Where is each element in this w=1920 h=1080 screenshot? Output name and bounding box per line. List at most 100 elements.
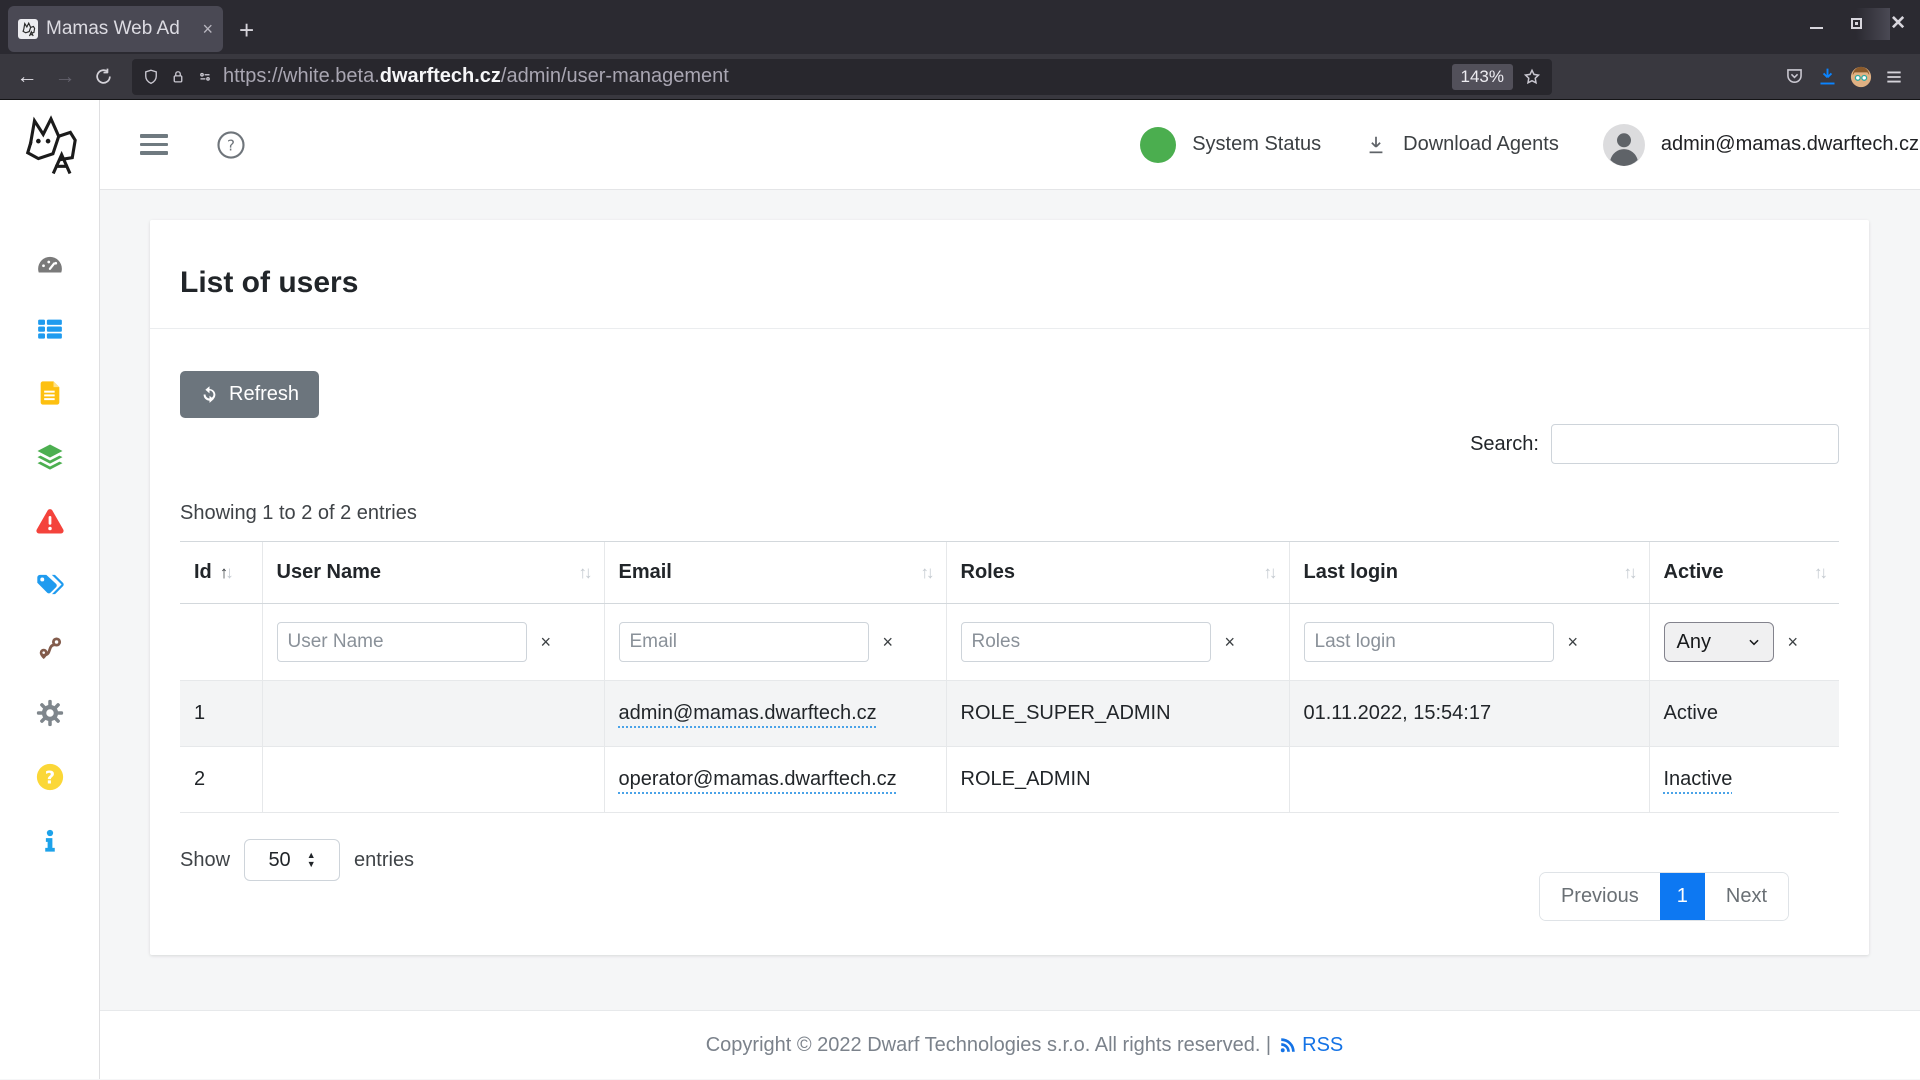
- url-bar[interactable]: https://white.beta.dwarftech.cz/admin/us…: [132, 59, 1552, 95]
- main-content: List of users Refresh Search: Showing 1 …: [100, 190, 1920, 1010]
- sidebar-item-settings[interactable]: [35, 698, 65, 728]
- sort-icon: ↑↓: [1814, 563, 1825, 583]
- column-header-id[interactable]: Id↑↓: [180, 542, 262, 604]
- sidebar-item-help[interactable]: ?: [35, 762, 65, 792]
- system-status-label: System Status: [1192, 133, 1321, 156]
- sort-icon: ↑↓: [1264, 563, 1275, 583]
- column-header-last-login[interactable]: Last login↑↓: [1289, 542, 1649, 604]
- entries-label: entries: [354, 849, 414, 872]
- copyright-text: Copyright © 2022 Dwarf Technologies s.r.…: [706, 1034, 1271, 1057]
- active-status: Active: [1664, 702, 1718, 724]
- sidebar-item-layers[interactable]: [35, 442, 65, 472]
- browser-tab[interactable]: Mamas Web Ad ×: [8, 6, 223, 52]
- status-dot-icon: [1140, 127, 1176, 163]
- lock-icon[interactable]: [169, 68, 187, 86]
- menu-hamburger-icon[interactable]: [1884, 67, 1904, 87]
- user-email-link[interactable]: operator@mamas.dwarftech.cz: [619, 768, 897, 790]
- tracking-shield-icon[interactable]: [142, 68, 160, 86]
- download-icon: [1365, 134, 1387, 156]
- filter-roles-input[interactable]: [961, 622, 1211, 662]
- table-icon: [35, 314, 65, 344]
- sidebar-item-tables[interactable]: [35, 314, 65, 344]
- svg-text:?: ?: [227, 136, 235, 154]
- forward-button-icon[interactable]: →: [48, 60, 82, 94]
- system-status[interactable]: System Status: [1140, 127, 1321, 163]
- clear-filter-icon[interactable]: ×: [1788, 632, 1799, 653]
- rss-link[interactable]: RSS: [1279, 1034, 1343, 1057]
- site-favicon-icon: [18, 19, 38, 39]
- filter-user-name-input[interactable]: [277, 622, 527, 662]
- app-header: ? System Status Download Agents admin@ma…: [100, 100, 1920, 190]
- sort-icon: ↑↓: [220, 563, 231, 583]
- back-button-icon[interactable]: ←: [10, 60, 44, 94]
- window-close-button[interactable]: ✕: [1890, 14, 1906, 33]
- sort-icon: ↑↓: [1624, 563, 1635, 583]
- refresh-icon: [200, 385, 219, 404]
- show-label: Show: [180, 849, 230, 872]
- user-email-link[interactable]: admin@mamas.dwarftech.cz: [619, 702, 877, 724]
- window-minimize-button[interactable]: [1810, 27, 1823, 29]
- new-tab-button[interactable]: +: [239, 15, 254, 46]
- sidebar: ?: [0, 100, 100, 1079]
- window-maximize-button[interactable]: [1851, 18, 1862, 29]
- pagination-next[interactable]: Next: [1705, 873, 1788, 920]
- route-icon: [36, 635, 64, 663]
- sidebar-item-documents[interactable]: [35, 378, 65, 408]
- clear-filter-icon[interactable]: ×: [883, 632, 894, 653]
- column-header-email[interactable]: Email↑↓: [604, 542, 946, 604]
- url-text[interactable]: https://white.beta.dwarftech.cz/admin/us…: [223, 65, 1443, 88]
- browser-toolbar: ← → https://white.beta.dwarftech.cz/admi…: [0, 54, 1920, 100]
- table-row: 2 operator@mamas.dwarftech.cz ROLE_ADMIN…: [180, 747, 1839, 813]
- filter-email-input[interactable]: [619, 622, 869, 662]
- help-icon[interactable]: ?: [216, 130, 246, 160]
- page-footer: Copyright © 2022 Dwarf Technologies s.r.…: [100, 1010, 1920, 1079]
- filter-active-select[interactable]: Any: [1664, 622, 1774, 662]
- refresh-button[interactable]: Refresh: [180, 371, 319, 418]
- download-agents-label: Download Agents: [1403, 133, 1559, 156]
- pocket-icon[interactable]: [1784, 66, 1805, 87]
- table-row: 1 admin@mamas.dwarftech.cz ROLE_SUPER_AD…: [180, 681, 1839, 747]
- pagination-page-1[interactable]: 1: [1660, 873, 1705, 920]
- column-header-roles[interactable]: Roles↑↓: [946, 542, 1289, 604]
- zoom-level-badge[interactable]: 143%: [1452, 64, 1513, 90]
- users-card: List of users Refresh Search: Showing 1 …: [150, 220, 1869, 955]
- tab-title: Mamas Web Ad: [46, 18, 194, 40]
- users-table: Id↑↓ User Name↑↓ Email↑↓ Roles↑↓ Last lo…: [180, 541, 1839, 813]
- permissions-icon[interactable]: [196, 68, 214, 86]
- tags-icon: [35, 570, 65, 600]
- account-avatar-icon[interactable]: [1850, 66, 1872, 88]
- bookmark-star-icon[interactable]: [1522, 67, 1542, 87]
- sidebar-item-tags[interactable]: [35, 570, 65, 600]
- stepper-arrows-icon: ▲▼: [307, 852, 316, 868]
- browser-tab-bar: Mamas Web Ad × + ✕: [0, 0, 1920, 54]
- downloads-icon[interactable]: [1817, 66, 1838, 87]
- column-header-active[interactable]: Active↑↓: [1649, 542, 1839, 604]
- account-menu[interactable]: admin@mamas.dwarftech.cz: [1603, 124, 1919, 166]
- sidebar-toggle-button[interactable]: [140, 129, 168, 160]
- app-logo[interactable]: [0, 100, 99, 190]
- gauge-icon: [35, 250, 65, 280]
- sidebar-item-alerts[interactable]: [35, 506, 65, 536]
- pagination-previous[interactable]: Previous: [1540, 873, 1660, 920]
- download-agents[interactable]: Download Agents: [1365, 133, 1559, 156]
- clear-filter-icon[interactable]: ×: [541, 632, 552, 653]
- page-size-select[interactable]: 50 ▲▼: [244, 839, 340, 881]
- sidebar-item-info[interactable]: [35, 826, 65, 856]
- active-status[interactable]: Inactive: [1664, 768, 1733, 790]
- sidebar-item-routes[interactable]: [35, 634, 65, 664]
- filter-last-login-input[interactable]: [1304, 622, 1554, 662]
- search-label: Search:: [1470, 433, 1539, 456]
- reload-button-icon[interactable]: [86, 60, 120, 94]
- clear-filter-icon[interactable]: ×: [1225, 632, 1236, 653]
- pagination: Previous 1 Next: [1539, 872, 1789, 921]
- sidebar-item-dashboard[interactable]: [35, 250, 65, 280]
- svg-text:?: ?: [44, 768, 54, 788]
- warning-icon: [35, 506, 65, 536]
- table-header-row: Id↑↓ User Name↑↓ Email↑↓ Roles↑↓ Last lo…: [180, 542, 1839, 604]
- tab-close-icon[interactable]: ×: [202, 19, 213, 40]
- page-title: List of users: [180, 266, 1839, 300]
- clear-filter-icon[interactable]: ×: [1568, 632, 1579, 653]
- search-input[interactable]: [1551, 424, 1839, 464]
- column-header-user-name[interactable]: User Name↑↓: [262, 542, 604, 604]
- rss-icon: [1279, 1036, 1297, 1054]
